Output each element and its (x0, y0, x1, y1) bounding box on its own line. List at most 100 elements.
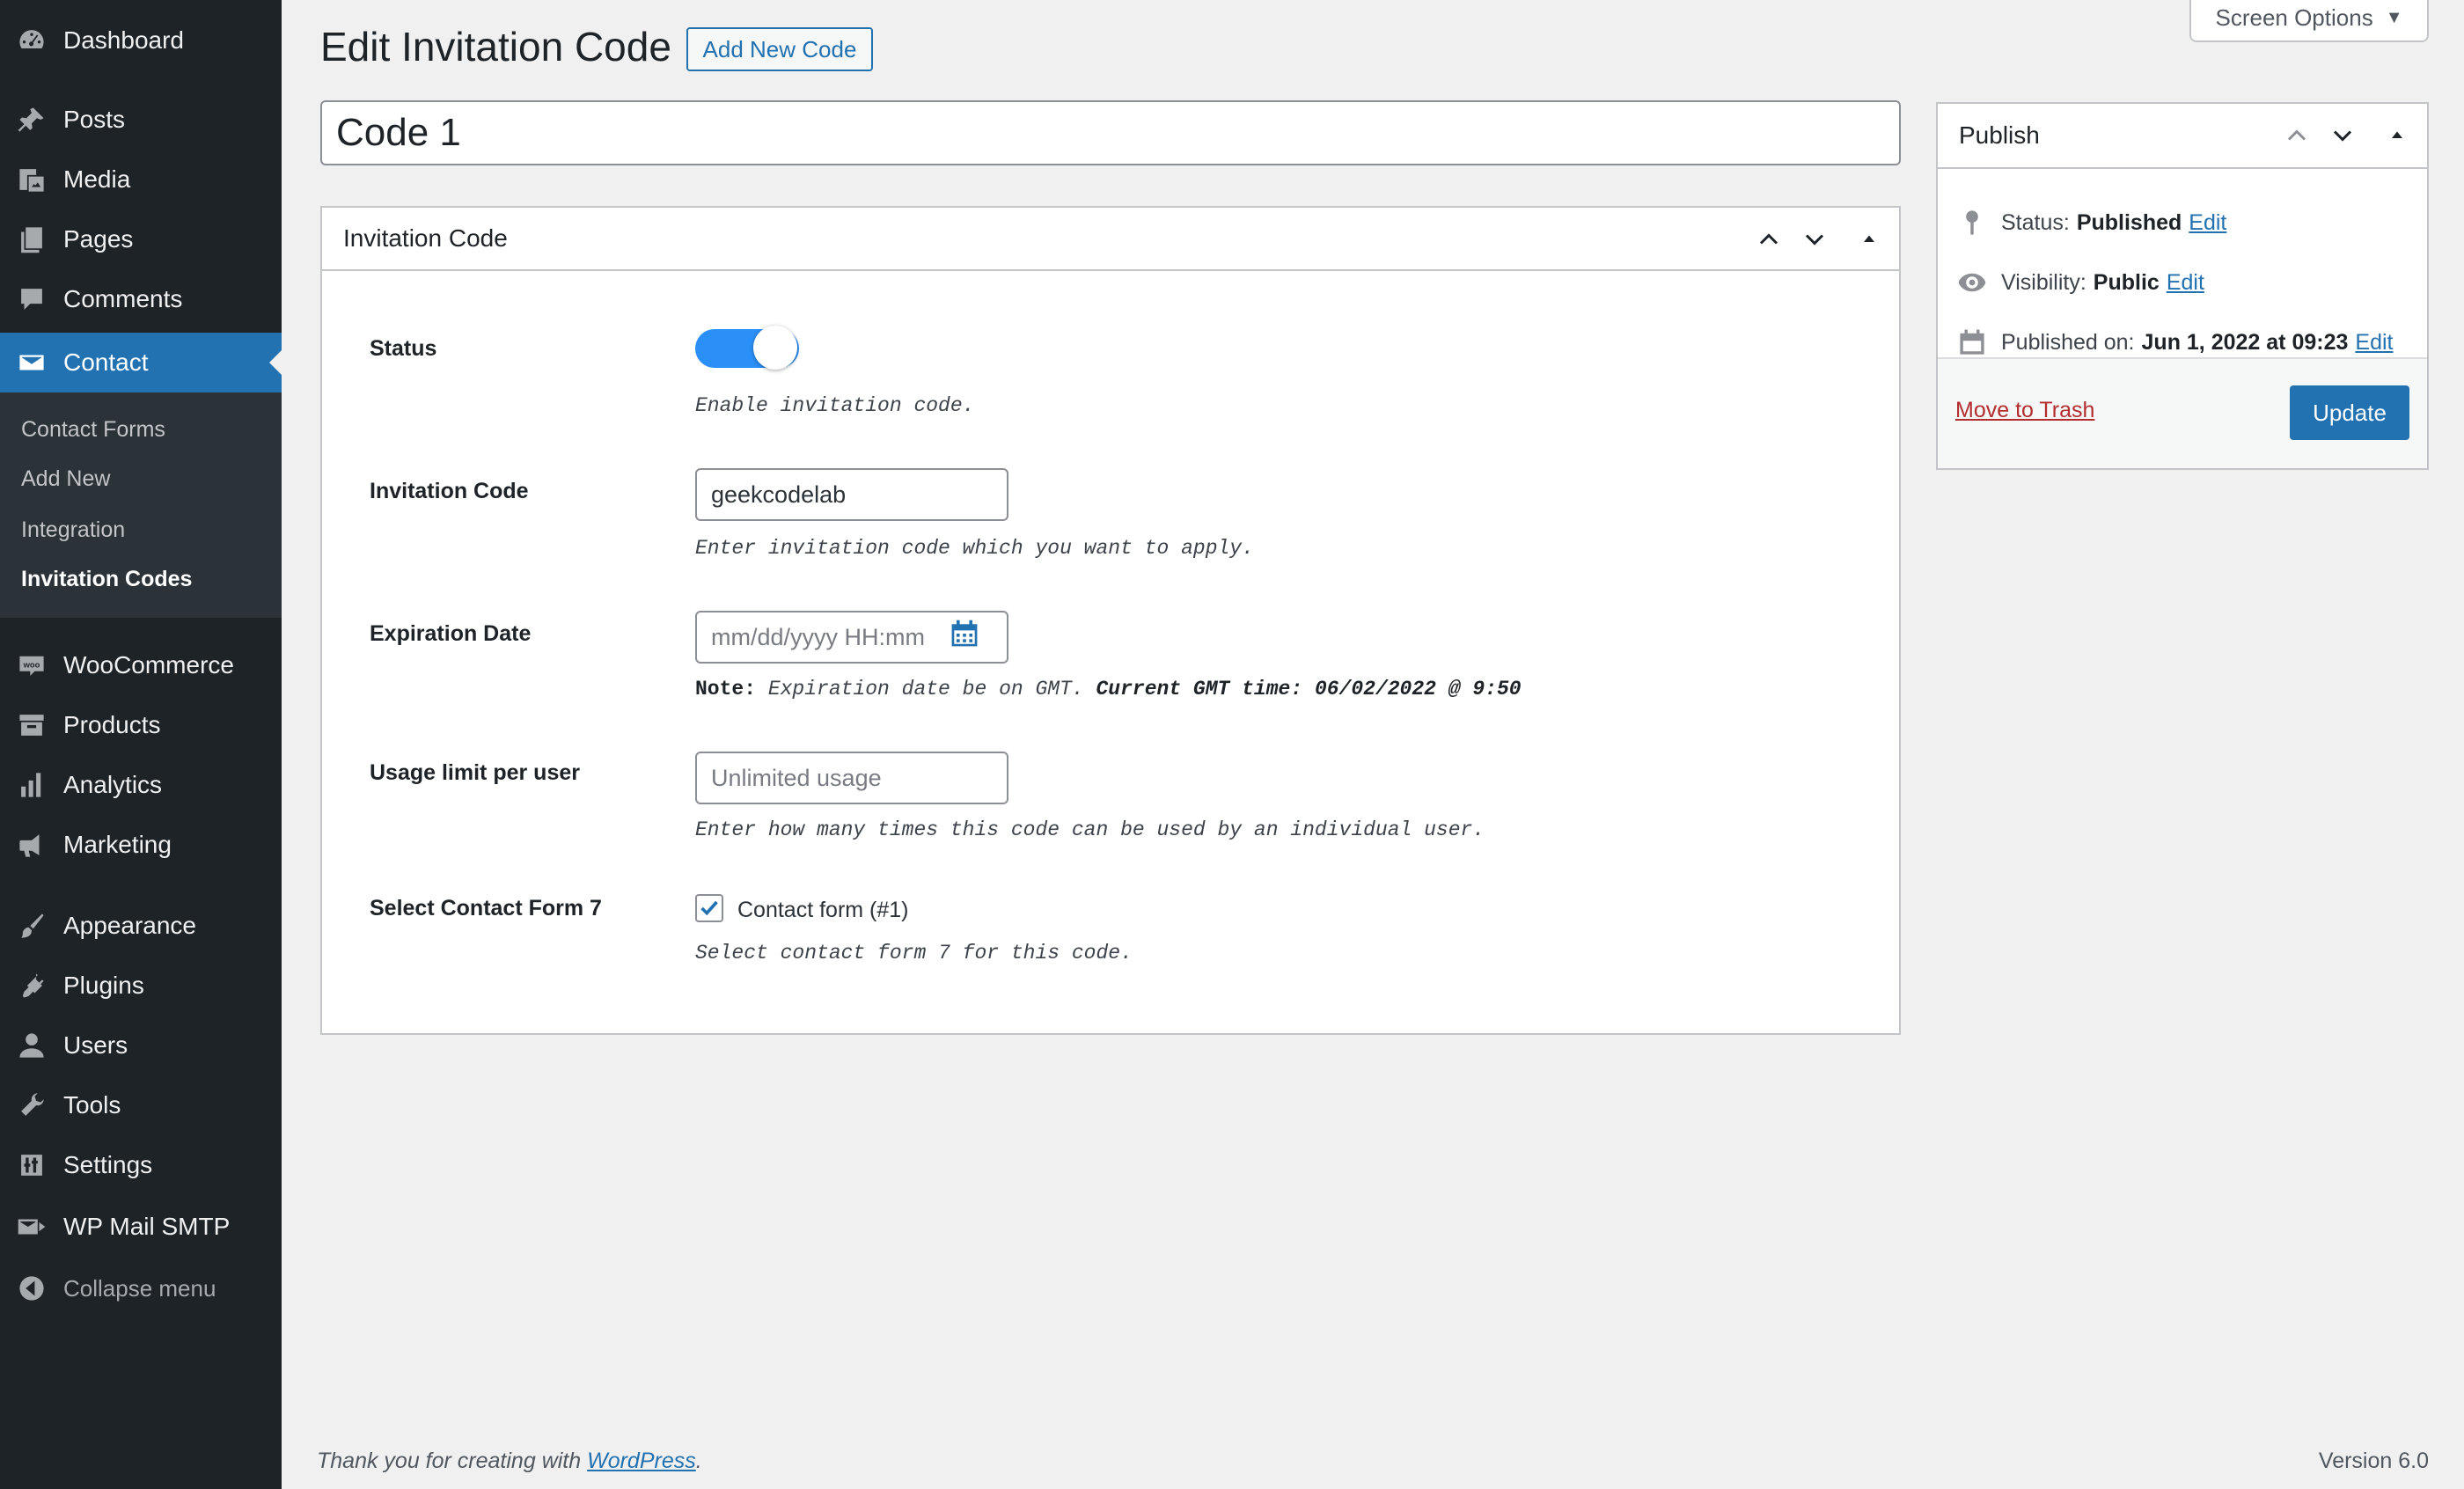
menu-item-settings[interactable]: Settings (0, 1135, 282, 1195)
contact-form-option-label[interactable]: Contact form (#1) (737, 898, 909, 923)
usage-limit-input[interactable] (695, 752, 1008, 804)
caret-down-icon: ▼ (2385, 7, 2403, 27)
move-up-icon[interactable] (2281, 120, 2313, 151)
update-button[interactable]: Update (2290, 385, 2409, 440)
menu-item-dashboard[interactable]: Dashboard (0, 11, 282, 70)
submenu-invitation-codes[interactable]: Invitation Codes (21, 567, 192, 592)
status-value: Published (2076, 209, 2182, 235)
menu-label-wp-mail-smtp: WP Mail SMTP (63, 1213, 231, 1240)
status-toggle[interactable] (695, 326, 799, 370)
contact-form-label: Select Contact Form 7 (370, 896, 602, 921)
pushpin-icon (16, 104, 48, 136)
menu-label-appearance: Appearance (63, 912, 197, 939)
menu-label-marketing: Marketing (63, 831, 172, 858)
admin-sidebar: Dashboard Posts Media Pages Comments Con… (0, 0, 282, 1489)
contact-submenu: Contact Forms Add New Integration Invita… (0, 392, 282, 618)
screen-options-button[interactable]: Screen Options ▼ (2189, 0, 2429, 42)
postbox-header: Invitation Code (322, 208, 1899, 271)
toggle-panel-icon[interactable] (2381, 120, 2413, 151)
move-to-trash-link[interactable]: Move to Trash (1955, 398, 2094, 423)
collapse-icon (16, 1273, 48, 1304)
publish-date-row: Published on: Jun 1, 2022 at 09:23 Edit (1955, 326, 2393, 359)
menu-item-wp-mail-smtp[interactable]: WP Mail SMTP (0, 1197, 282, 1257)
status-label: Status (370, 336, 437, 361)
menu-item-analytics[interactable]: Analytics (0, 755, 282, 815)
menu-item-comments[interactable]: Comments (0, 269, 282, 329)
publish-actions: Move to Trash Update (1938, 357, 2427, 468)
status-description: Enable invitation code. (695, 394, 975, 417)
menu-item-appearance[interactable]: Appearance (0, 896, 282, 956)
eye-icon (1955, 266, 1989, 299)
menu-item-pages[interactable]: Pages (0, 209, 282, 269)
expiration-date-label: Expiration Date (370, 621, 532, 646)
menu-label-users: Users (63, 1031, 128, 1059)
invitation-code-input[interactable] (695, 468, 1008, 521)
publish-box: Publish Status: Published Edit Visibilit… (1936, 102, 2429, 470)
add-new-code-button[interactable]: Add New Code (686, 27, 873, 71)
note-prefix: Note: (695, 678, 757, 700)
dashboard-icon (16, 25, 48, 56)
wrench-icon (16, 1089, 48, 1121)
toggle-panel-icon[interactable] (1853, 224, 1885, 255)
visibility-label: Visibility: (2001, 269, 2086, 295)
note-text: Expiration date be on GMT. (767, 678, 1084, 700)
usage-limit-label: Usage limit per user (370, 760, 580, 785)
invitation-code-description: Enter invitation code which you want to … (695, 537, 1254, 560)
menu-item-products[interactable]: Products (0, 695, 282, 755)
menu-item-users[interactable]: Users (0, 1016, 282, 1075)
menu-label-plugins: Plugins (63, 972, 144, 999)
collapse-menu-label: Collapse menu (63, 1274, 216, 1302)
menu-item-media[interactable]: Media (0, 150, 282, 209)
submenu-integration[interactable]: Integration (21, 517, 125, 543)
submenu-add-new[interactable]: Add New (21, 466, 110, 492)
megaphone-icon (16, 829, 48, 861)
invitation-code-label: Invitation Code (370, 479, 529, 503)
calendar-icon[interactable] (949, 618, 980, 649)
menu-item-marketing[interactable]: Marketing (0, 815, 282, 875)
expiration-note: Note: Expiration date be on GMT. Current… (695, 678, 1522, 700)
pages-icon (16, 224, 48, 255)
screen-options-label: Screen Options (2215, 4, 2373, 31)
contact-form-checkbox[interactable] (695, 894, 723, 922)
sliders-icon (16, 1149, 48, 1181)
media-icon (16, 164, 48, 195)
envelope-icon (16, 347, 48, 378)
menu-item-contact[interactable]: Contact (0, 333, 282, 392)
edit-status-link[interactable]: Edit (2189, 210, 2226, 236)
menu-label-analytics: Analytics (63, 771, 163, 798)
menu-item-woocommerce[interactable]: woo WooCommerce (0, 635, 282, 695)
toggle-knob (753, 326, 797, 370)
move-down-icon[interactable] (2327, 120, 2358, 151)
edit-visibility-link[interactable]: Edit (2167, 270, 2204, 296)
menu-label-contact: Contact (63, 348, 149, 376)
menu-label-comments: Comments (63, 285, 183, 312)
edit-date-link[interactable]: Edit (2355, 330, 2393, 356)
menu-item-plugins[interactable]: Plugins (0, 956, 282, 1016)
pin-icon (1955, 206, 1989, 239)
wordpress-link[interactable]: WordPress (587, 1449, 696, 1473)
menu-item-tools[interactable]: Tools (0, 1075, 282, 1135)
page-title: Edit Invitation Code (320, 24, 671, 70)
menu-label-pages: Pages (63, 225, 134, 253)
menu-label-dashboard: Dashboard (63, 26, 184, 54)
menu-label-woocommerce: WooCommerce (63, 651, 234, 678)
bar-chart-icon (16, 769, 48, 801)
move-up-icon[interactable] (1753, 224, 1785, 255)
move-down-icon[interactable] (1799, 224, 1830, 255)
submenu-contact-forms[interactable]: Contact Forms (21, 417, 165, 443)
current-gmt-time: Current GMT time: 06/02/2022 @ 9:50 (1096, 678, 1522, 700)
archive-icon (16, 709, 48, 741)
menu-label-media: Media (63, 165, 131, 193)
menu-item-posts[interactable]: Posts (0, 90, 282, 150)
paintbrush-icon (16, 910, 48, 942)
status-label: Status: (2001, 209, 2070, 235)
menu-label-tools: Tools (63, 1091, 121, 1119)
post-title-input[interactable] (320, 100, 1901, 165)
collapse-menu-button[interactable]: Collapse menu (0, 1258, 282, 1318)
contact-form-description: Select contact form 7 for this code. (695, 942, 1133, 965)
footer-version: Version 6.0 (2318, 1449, 2429, 1473)
checkmark-icon (700, 900, 718, 916)
menu-label-posts: Posts (63, 106, 126, 133)
usage-limit-description: Enter how many times this code can be us… (695, 818, 1485, 841)
published-on-label: Published on: (2001, 329, 2135, 355)
